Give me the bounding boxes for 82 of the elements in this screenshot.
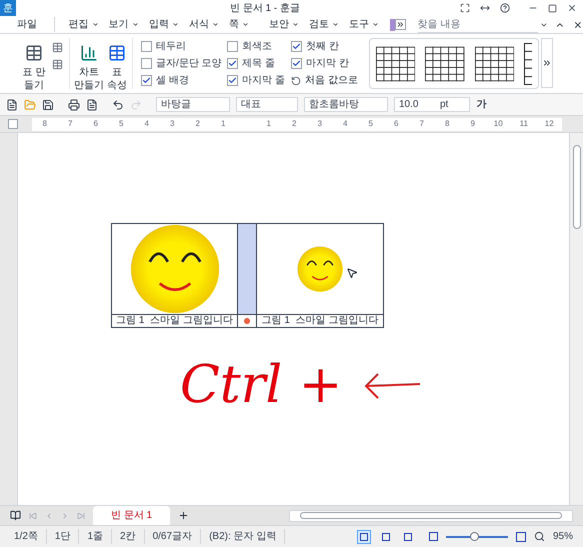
table-edit-icon[interactable] [52,42,63,53]
app-logo: 훈 [0,0,16,16]
zoom-percentage: 95% [552,530,574,544]
resize-icon[interactable] [480,3,490,13]
bar-chart-icon [80,44,98,62]
ruler: 8 7 6 5 4 3 2 1 1 2 3 4 5 6 7 8 9 10 11 12 [32,118,562,130]
menu-item[interactable]: 도구 [348,17,369,32]
window-title: 빈 문서 1 - 훈글 [230,2,300,16]
menu-item[interactable]: 입력 [148,17,169,32]
new-document-icon[interactable] [6,98,18,110]
caret-icon[interactable] [540,20,548,28]
status-text: (B2): 문자 입력 [201,529,286,544]
checkbox[interactable] [141,41,152,52]
close-icon[interactable] [567,3,577,13]
table-fill-icon[interactable] [52,59,63,70]
status-text: 1단 [46,529,80,544]
checkbox[interactable] [291,41,302,52]
checkbox[interactable] [291,58,302,69]
add-tab-icon[interactable] [178,510,190,521]
preview-icon[interactable] [86,98,98,110]
page-icon[interactable] [428,532,438,541]
handwritten-annotation: Ctrl + [180,359,342,411]
create-table-button[interactable]: 표 만들기 [18,38,50,92]
table-column[interactable] [238,223,256,328]
create-chart-button[interactable]: 차트 만들기 [74,38,104,92]
zoom-icon[interactable] [534,531,545,542]
language-dropdown[interactable]: 대표 [236,97,298,112]
checkbox[interactable] [141,75,152,86]
book-icon[interactable] [10,510,21,521]
close-icon[interactable] [573,20,583,30]
more-icon[interactable] [394,19,406,30]
smiley-face-icon [130,224,220,314]
print-icon[interactable] [68,98,80,110]
view-mode-button[interactable] [356,530,371,544]
image-caption: 그림 1 스마일 그림입니다 [112,314,237,327]
status-text: 1줄 [79,529,112,544]
status-text: 0/67글자 [144,529,202,544]
status-text: 2칸 [112,529,145,544]
table-properties-button[interactable]: 표 속성 [106,38,128,92]
checkbox-label: 제목 줄 [242,57,275,71]
table-icon [25,44,43,62]
character-button[interactable]: 가 [476,97,486,112]
menu-item[interactable]: 편집 [68,17,89,32]
checkbox[interactable] [227,58,238,69]
save-icon[interactable] [42,98,54,110]
checkbox[interactable] [141,58,152,69]
fit-page-icon[interactable] [516,532,526,542]
style-dropdown[interactable]: 바탕글 [156,97,230,112]
menu-item[interactable]: 보기 [108,17,129,32]
help-icon[interactable] [500,3,510,13]
status-text: 1/2쪽 [6,529,47,544]
checkbox[interactable] [227,41,238,52]
vertical-scrollbar[interactable] [569,133,583,505]
document-tab[interactable]: 빈 문서 1 [93,506,170,526]
menu-item[interactable]: 보안 [268,17,289,32]
unit-label: pt [440,98,448,112]
checkbox-label: 글자/문단 모양 [156,57,222,71]
table-icon [108,44,126,62]
checkbox-label: 테두리 [156,40,186,54]
checkbox-label: 회색조 [242,40,272,54]
checkbox-label: 첫째 칸 [306,40,339,54]
menu-item[interactable]: 서식 [188,17,209,32]
font-dropdown[interactable]: 함초롬바탕 [304,97,388,112]
menu-item[interactable]: 파일 [16,17,37,32]
checkbox-label: 셀 배경 [156,74,189,88]
checkbox-label: 마지막 칸 [306,57,349,71]
menu-grip[interactable] [390,18,395,30]
horizontal-scrollbar[interactable] [289,510,574,522]
menu-item[interactable]: 쪽 [228,17,239,32]
fullscreen-icon[interactable] [460,3,470,13]
tab-stop-icon[interactable] [8,119,18,129]
mouse-pointer-icon [346,267,358,279]
menu-item[interactable]: 검토 [308,17,329,32]
reset-icon [291,76,301,86]
checkbox[interactable] [227,75,238,86]
maximize-icon[interactable] [548,4,557,12]
undo-icon[interactable] [112,98,124,110]
reset-button[interactable]: 처음 값으로 [291,72,363,89]
checkbox-label: 마지막 줄 [242,74,285,88]
image-caption: 그림 1 스마일 그림입니다 [257,314,383,327]
smiley-face-icon [297,246,343,292]
search-field[interactable]: 찾을 내용 [418,16,538,32]
